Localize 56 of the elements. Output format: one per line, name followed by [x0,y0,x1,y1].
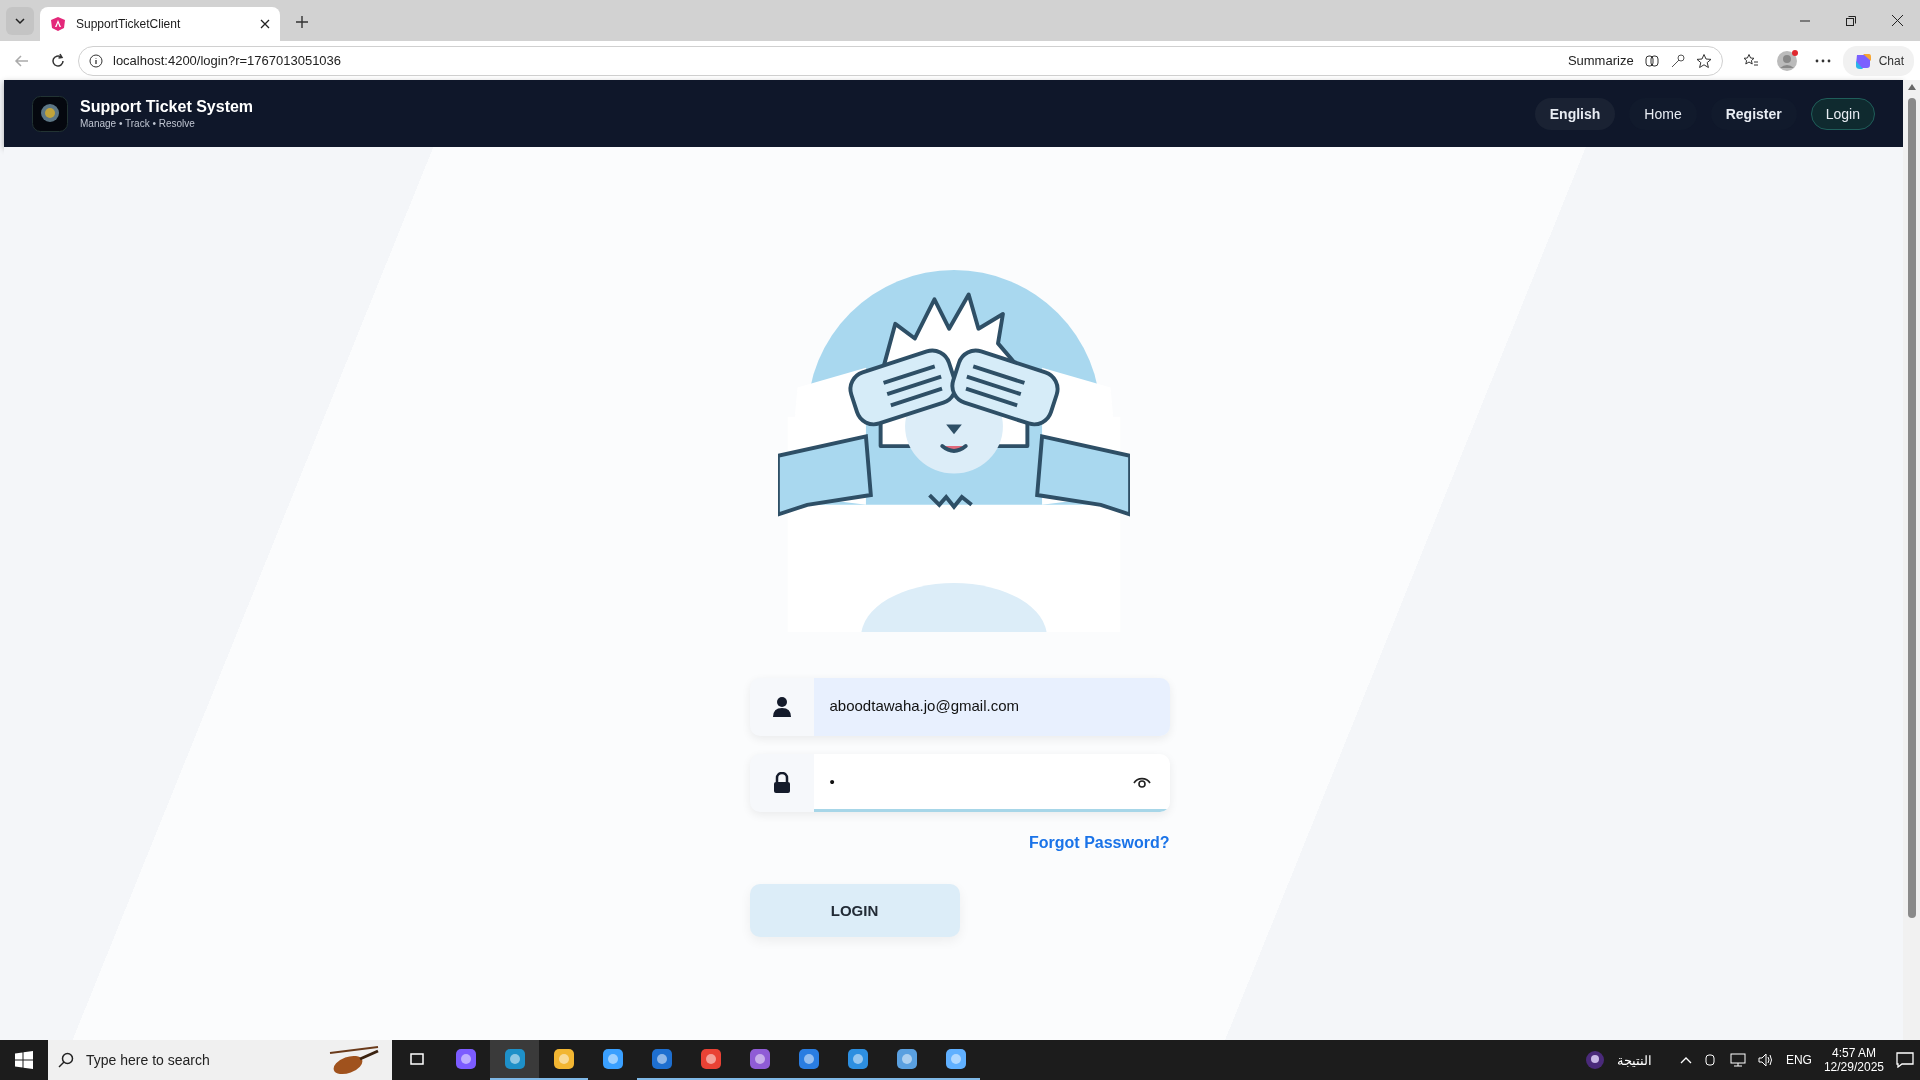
app-icon [699,1048,722,1070]
app-icon [503,1048,526,1070]
app-icon [895,1048,918,1070]
app-subtitle: Manage • Track • Resolve [80,118,196,129]
star-icon [1695,52,1712,69]
app-icon [748,1048,771,1070]
chevron-down-icon [14,15,26,27]
app-icon [846,1048,869,1070]
app-logo-icon [50,16,66,32]
tab-title: SupportTicketClient [76,17,182,31]
windows-logo-icon [15,1051,33,1069]
password-field[interactable]: • [749,754,1170,812]
login-button[interactable]: LOGIN [749,884,960,937]
app-icon [650,1048,673,1070]
avatar-icon [1775,49,1798,72]
back-arrow-icon [14,52,30,69]
summarize-button[interactable]: Summarize [1567,53,1634,68]
app-icon [552,1048,575,1070]
weather-text[interactable]: النتيجة [1616,1052,1652,1068]
nav-link[interactable]: Login [1810,97,1875,130]
task-view-icon [407,1050,426,1068]
info-icon [89,53,103,68]
app-title: Support Ticket System [80,98,254,116]
restore-icon [1846,15,1856,26]
clock-time[interactable]: 4:57 AM [1831,1046,1876,1060]
chat-button[interactable]: Chat [1842,45,1914,76]
close-icon[interactable] [260,19,270,29]
chevron-up-icon [1679,1056,1692,1064]
user-icon [771,696,792,718]
favorites-icon [1742,52,1759,69]
reload-icon [50,52,66,69]
lock-icon [772,772,791,794]
email-field[interactable]: aboodtawaha.jo@gmail.com [749,678,1170,736]
app-icon [454,1048,477,1070]
volume-icon [1757,1053,1774,1067]
clock-date[interactable]: 12/29/2025 [1823,1060,1884,1074]
plus-icon [295,15,309,29]
scroll-up-icon[interactable] [1907,84,1916,90]
app-icon [797,1048,820,1070]
app-icon [944,1048,967,1070]
app-icon [601,1048,624,1070]
notification-icon [1896,1052,1914,1068]
search-icon [58,1052,74,1068]
forgot-password-link[interactable]: Forgot Password? [1029,834,1170,852]
tab-list-button[interactable] [6,7,34,35]
close-icon [1891,15,1903,26]
logo-icon [32,95,68,132]
taskbar-search-field[interactable]: Type here to search [48,1040,392,1080]
browser-tab[interactable]: SupportTicketClient [40,7,280,41]
url-text: localhost:4200/login?r=1767013051036 [113,53,343,68]
language-button[interactable]: English [1534,97,1616,130]
language-indicator[interactable]: ENG [1785,1053,1812,1067]
weather-icon [1584,1050,1605,1070]
more-icon [1814,58,1831,63]
taskbar-app-button[interactable] [490,1040,539,1080]
scrollbar[interactable] [1903,80,1920,1040]
